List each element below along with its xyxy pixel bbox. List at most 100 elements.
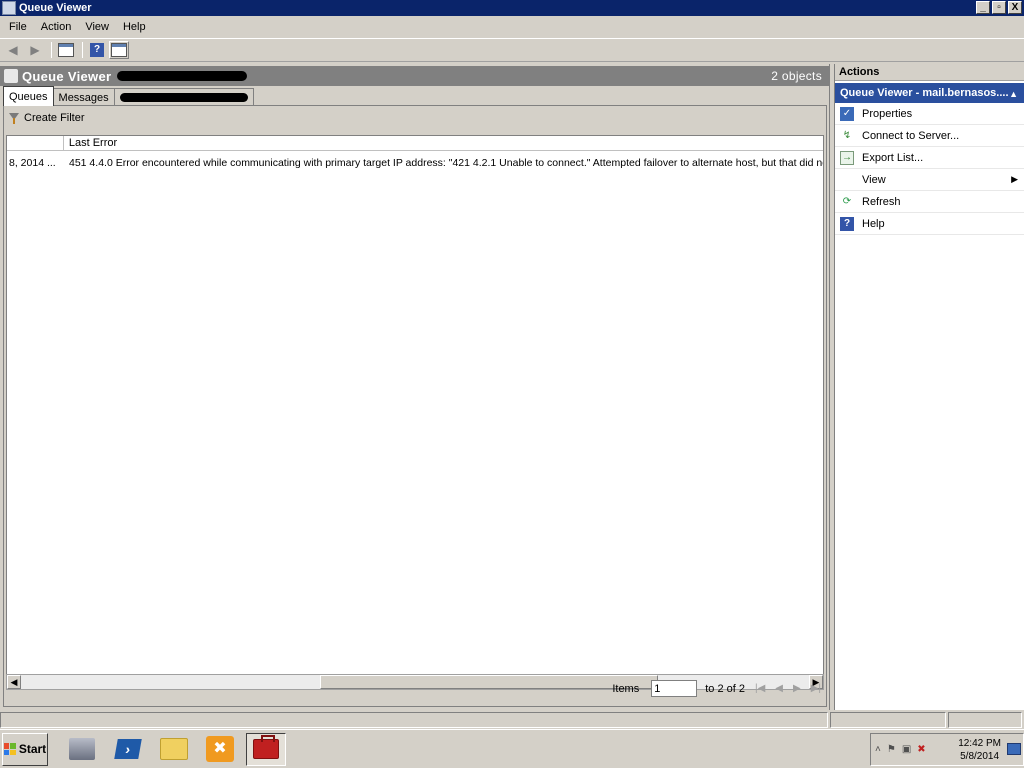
tab-label: Messages	[58, 91, 109, 104]
previous-page-icon[interactable]: ◀	[775, 683, 783, 694]
redacted-server-name	[117, 71, 248, 81]
first-page-icon[interactable]: |◀	[755, 683, 765, 694]
scroll-thumb[interactable]	[320, 675, 658, 689]
next-page-icon[interactable]: ▶	[793, 683, 801, 694]
column-header-next-retry[interactable]	[7, 136, 64, 150]
toolbox-icon	[253, 735, 279, 759]
action-label: View	[862, 173, 886, 186]
create-filter-label: Create Filter	[24, 112, 85, 124]
status-bar	[0, 712, 1024, 728]
toolbar-separator	[51, 42, 52, 58]
server-manager-icon	[69, 738, 95, 760]
connect-icon: ↯	[842, 130, 852, 141]
action-label: Properties	[862, 107, 913, 120]
menu-view[interactable]: View	[80, 21, 114, 33]
page-item-input[interactable]	[651, 680, 698, 697]
object-count: 2 objects	[771, 69, 822, 83]
queue-viewer-icon	[4, 69, 18, 83]
exchange-icon: ✖	[206, 736, 234, 762]
start-button[interactable]: Start	[2, 732, 48, 766]
system-tray: ˄ ⚑ ▣ ✖ 12:42 PM 5/8/2014	[870, 733, 1024, 766]
folder-icon	[160, 738, 188, 760]
action-center-flag-icon[interactable]: ⚑	[887, 744, 896, 755]
refresh-icon: ⟳	[842, 196, 852, 207]
action-connect-to-server[interactable]: ↯ Connect to Server...	[835, 125, 1024, 147]
taskbar-explorer[interactable]	[154, 733, 194, 766]
tab-redacted[interactable]	[113, 88, 254, 106]
action-pane-icon	[111, 43, 127, 57]
header-title: Queue Viewer	[22, 68, 112, 84]
actions-title: Actions	[835, 64, 1024, 81]
create-filter-button[interactable]: Create Filter	[8, 112, 85, 124]
network-icon[interactable]: ▣	[902, 744, 911, 755]
status-segment	[830, 712, 946, 728]
status-segment	[948, 712, 1022, 728]
taskbar-powershell[interactable]: ›	[108, 733, 148, 766]
clock-time: 12:42 PM	[958, 738, 1001, 749]
menu-help[interactable]: Help	[118, 21, 151, 33]
powershell-icon: ›	[114, 739, 142, 759]
tab-messages[interactable]: Messages	[52, 88, 115, 106]
column-header-last-error[interactable]: Last Error	[64, 136, 823, 150]
show-desktop-icon[interactable]	[1007, 743, 1021, 755]
action-properties[interactable]: ✓ Properties	[835, 103, 1024, 125]
action-label: Connect to Server...	[862, 129, 960, 142]
tab-queues[interactable]: Queues	[3, 86, 54, 106]
title-bar: Queue Viewer _ ▫ X	[0, 0, 1024, 16]
action-export-list[interactable]: → Export List...	[835, 147, 1024, 169]
clock[interactable]: 12:42 PM 5/8/2014	[958, 737, 1001, 763]
window-title: Queue Viewer	[19, 2, 92, 14]
redacted-tab-label	[119, 93, 248, 102]
action-label: Help	[862, 217, 885, 230]
action-label: Export List...	[862, 151, 924, 164]
close-button[interactable]: X	[1008, 1, 1022, 14]
action-help[interactable]: ? Help	[835, 213, 1024, 235]
actions-group-header[interactable]: Queue Viewer - mail.bernasos.... ▲	[835, 83, 1024, 103]
action-label: Refresh	[862, 195, 901, 208]
last-page-icon[interactable]: ▶|	[811, 683, 821, 694]
actions-group-label: Queue Viewer - mail.bernasos....	[840, 87, 1009, 99]
status-segment	[0, 712, 828, 728]
volume-muted-icon[interactable]: ✖	[917, 744, 925, 755]
cell-last-error: 451 4.4.0 Error encountered while commun…	[69, 157, 823, 169]
menu-file[interactable]: File	[4, 21, 32, 33]
properties-icon: ✓	[840, 106, 854, 121]
taskbar-exchange-console[interactable]: ✖	[200, 733, 240, 766]
items-label: Items	[612, 682, 640, 695]
cell-next-retry: 8, 2014 ...	[9, 157, 56, 169]
show-hide-console-tree-button[interactable]	[56, 41, 76, 59]
help-icon: ?	[840, 216, 854, 231]
app-icon	[2, 1, 16, 15]
view-spacer	[840, 173, 854, 187]
back-arrow-icon[interactable]: ◀	[3, 41, 23, 59]
restore-button[interactable]: ▫	[992, 1, 1006, 14]
help-toolbar-button[interactable]: ?	[87, 41, 107, 59]
table-row[interactable]: 8, 2014 ... 451 4.4.0 Error encountered …	[7, 155, 823, 171]
show-hide-action-pane-button[interactable]	[109, 41, 129, 59]
taskbar-toolbox[interactable]	[246, 732, 286, 766]
taskbar-server-manager[interactable]	[62, 733, 102, 766]
grid-header: Last Error	[7, 136, 823, 151]
taskbar: Start › ✖ ˄ ⚑ ▣ ✖ 12:42 PM 5/8/2014	[0, 729, 1024, 768]
actions-pane: Actions Queue Viewer - mail.bernasos....…	[834, 64, 1024, 710]
toolbar: ◀ ▶ ?	[0, 38, 1024, 62]
queues-tab-content: Create Filter Last Error 8, 2014 ... 451…	[3, 105, 827, 707]
action-refresh[interactable]: ⟳ Refresh	[835, 191, 1024, 213]
filter-icon	[8, 112, 20, 124]
start-label: Start	[18, 742, 47, 756]
action-view[interactable]: View ▶	[835, 169, 1024, 191]
queue-grid[interactable]: Last Error 8, 2014 ... 451 4.4.0 Error e…	[6, 135, 824, 675]
show-hidden-icons-icon[interactable]: ˄	[875, 744, 881, 755]
menu-bar: File Action View Help	[0, 16, 1024, 38]
main-header: Queue Viewer 2 objects	[0, 66, 830, 86]
collapse-up-icon[interactable]: ▲	[1009, 84, 1018, 103]
menu-action[interactable]: Action	[36, 21, 77, 33]
console-tree-icon	[58, 43, 74, 57]
forward-arrow-icon[interactable]: ▶	[25, 41, 45, 59]
range-label: to 2 of 2	[705, 682, 745, 695]
minimize-button[interactable]: _	[976, 1, 990, 14]
export-icon: →	[840, 150, 854, 165]
scroll-left-button[interactable]: ◀	[7, 675, 21, 689]
windows-logo-icon	[3, 743, 16, 755]
main-pane: Queue Viewer 2 objects Queues Messages C…	[0, 64, 830, 710]
